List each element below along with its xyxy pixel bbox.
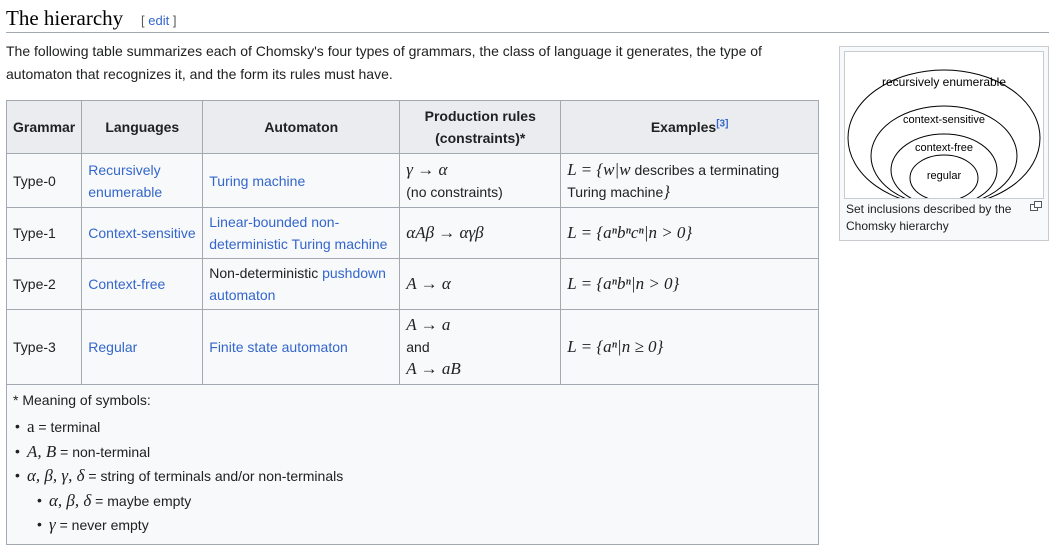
example-formula-start: L = {w|w	[567, 159, 631, 179]
automaton-cell: Non-deterministic pushdown automaton	[202, 258, 401, 310]
example-cell: L = {w|w describes a terminating Turing …	[560, 153, 819, 208]
example-formula: L = {aⁿ|n ≥ 0}	[567, 337, 664, 356]
legend-desc: = never empty	[55, 517, 149, 533]
label-regular: regular	[927, 170, 962, 182]
automaton-link[interactable]: Turing machine	[209, 173, 305, 189]
edit-bracket-close: ]	[172, 13, 177, 28]
list-item: α, β, γ, δ = string of terminals and/or …	[15, 464, 810, 538]
example-formula: L = {aⁿbⁿ|n > 0}	[567, 274, 680, 293]
col-header-languages: Languages	[81, 100, 204, 154]
grammar-cell: Type-0	[5, 153, 83, 208]
grammar-cell: Type-1	[5, 207, 83, 259]
legend-symbol: γ	[49, 515, 56, 534]
example-formula-end: }	[663, 181, 671, 201]
magnify-icon[interactable]	[1030, 201, 1042, 211]
automaton-prefix: Non-deterministic	[209, 265, 319, 281]
table-row-type3: Type-3 Regular Finite state automaton A …	[5, 309, 819, 385]
example-formula: L = {aⁿbⁿcⁿ|n > 0}	[567, 223, 693, 242]
list-item: α, β, δ = maybe empty	[37, 489, 810, 514]
edit-section: [ edit ]	[141, 13, 176, 28]
rule-cell: γ → α (no constraints)	[399, 153, 562, 208]
figure-caption: Set inclusions described by the Chomsky …	[846, 202, 1012, 233]
rule-note: (no constraints)	[406, 183, 503, 200]
intro-paragraph: The following table summarizes each of C…	[6, 43, 762, 82]
hierarchy-diagram[interactable]: recursively enumerable context-sensitive…	[844, 51, 1044, 207]
legend-desc: = string of terminals and/or non-termina…	[84, 468, 344, 484]
table-header-row: Grammar Languages Automaton Production r…	[5, 100, 819, 154]
examples-ref-link[interactable]: [3]	[716, 118, 728, 129]
language-link[interactable]: Regular	[88, 339, 137, 355]
hierarchy-table: Grammar Languages Automaton Production r…	[5, 100, 819, 545]
rule-formula: A → α	[406, 274, 451, 293]
grammar-cell: Type-2	[5, 258, 83, 310]
legend-title: * Meaning of symbols:	[13, 392, 151, 408]
col-header-production-rules: Production rules (constraints)*	[399, 100, 562, 154]
rule-formula: γ → α	[406, 159, 448, 179]
col-header-automaton: Automaton	[202, 100, 401, 154]
label-recursively-enumerable: recursively enumerable	[882, 75, 1006, 89]
legend-symbol: a	[27, 417, 35, 436]
rule-formula-b: A → aB	[406, 359, 461, 378]
section-title: The hierarchy	[6, 6, 124, 30]
thumbnail-figure: recursively enumerable context-sensitive…	[839, 46, 1049, 241]
legend-symbol: α, β, δ	[49, 490, 92, 510]
legend-desc: = maybe empty	[91, 492, 192, 509]
legend-symbol: α, β, γ, δ	[27, 466, 85, 485]
label-context-sensitive: context-sensitive	[903, 114, 985, 126]
language-link[interactable]: Context-free	[88, 276, 165, 292]
rule-formula: αAβ → αγβ	[406, 223, 484, 242]
edit-link[interactable]: edit	[148, 13, 169, 28]
col-header-examples: Examples[3]	[560, 100, 819, 154]
edit-bracket-open: [	[141, 13, 145, 28]
table-row-type1: Type-1 Context-sensitive Linear-bounded …	[5, 207, 819, 259]
examples-header-label: Examples	[650, 119, 717, 135]
legend-cell: * Meaning of symbols: a = terminal A, B …	[6, 384, 819, 545]
legend-desc: = non-terminal	[56, 443, 151, 460]
col-header-grammar: Grammar	[5, 100, 83, 154]
nested-sets-diagram: recursively enumerable context-sensitive…	[847, 69, 1041, 207]
grammar-cell: Type-3	[5, 309, 83, 385]
list-item: γ = never empty	[37, 513, 810, 538]
label-context-free: context-free	[915, 142, 973, 154]
rule-cell: A → a and A → aB	[399, 309, 562, 385]
list-item: a = terminal	[15, 415, 810, 440]
language-link[interactable]: Context-sensitive	[88, 225, 195, 241]
table-row-type2: Type-2 Context-free Non-deterministic pu…	[5, 258, 819, 310]
legend-list: a = terminal A, B = non-terminal α, β, γ…	[13, 415, 810, 538]
table-row-type0: Type-0 Recursively enumerable Turing mac…	[5, 153, 819, 208]
rule-formula-a: A → a	[406, 315, 451, 334]
automaton-link[interactable]: Linear-bounded non-deterministic Turing …	[209, 214, 387, 252]
list-item: A, B = non-terminal	[15, 440, 810, 465]
legend-symbol: A, B	[27, 441, 57, 461]
rule-and: and	[406, 339, 430, 355]
language-link[interactable]: Recursively enumerable	[88, 162, 162, 200]
automaton-link[interactable]: Finite state automaton	[209, 339, 348, 355]
section-heading: The hierarchy [ edit ]	[6, 4, 1049, 33]
legend-row: * Meaning of symbols: a = terminal A, B …	[6, 384, 819, 545]
legend-sublist: α, β, δ = maybe empty γ = never empty	[27, 489, 810, 538]
legend-desc: = terminal	[34, 419, 101, 435]
